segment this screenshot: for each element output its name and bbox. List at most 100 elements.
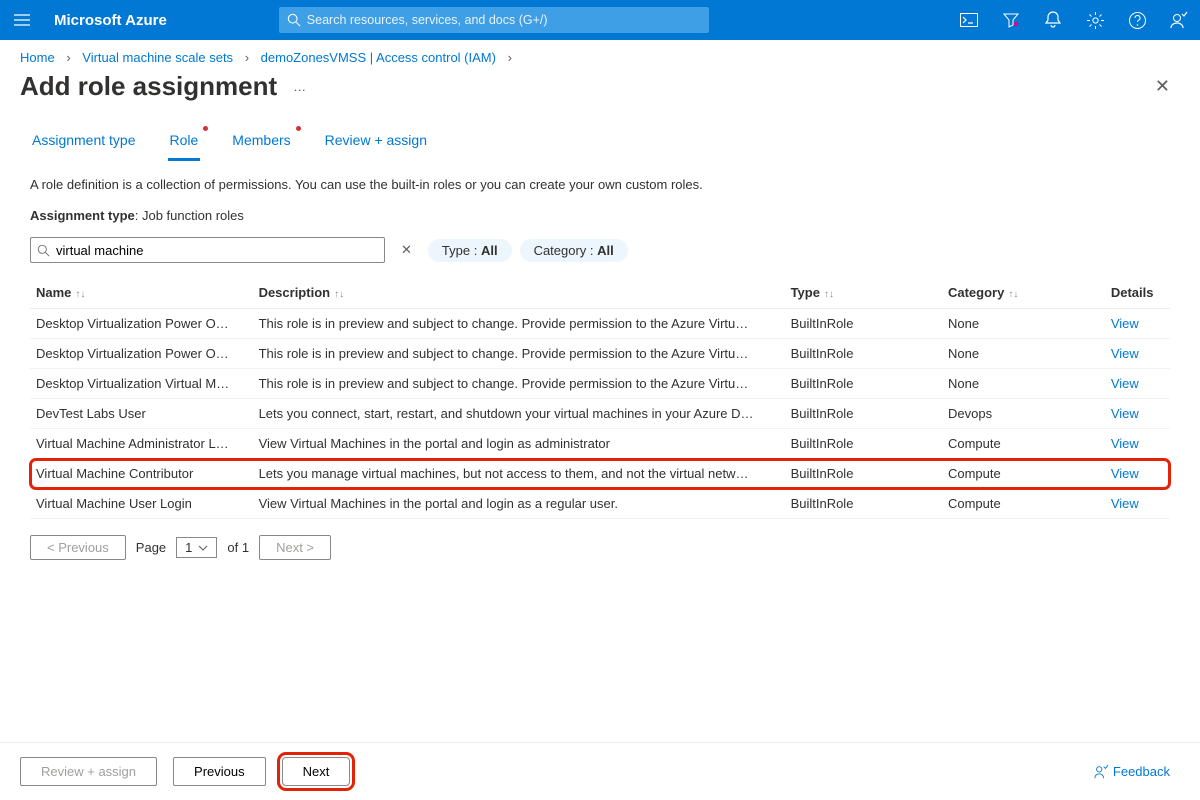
tab-role[interactable]: Role: [168, 126, 201, 161]
cell-category: Compute: [942, 489, 1105, 519]
cell-type: BuiltInRole: [785, 309, 942, 339]
table-row[interactable]: Desktop Virtualization Power O…This role…: [30, 339, 1170, 369]
notifications-icon[interactable]: [1044, 11, 1062, 29]
cell-type: BuiltInRole: [785, 459, 942, 489]
cell-type: BuiltInRole: [785, 369, 942, 399]
topbar-actions: [960, 11, 1188, 29]
pagination: < Previous Page 1 of 1 Next >: [30, 519, 1170, 576]
search-icon: [287, 13, 301, 27]
cell-name: Virtual Machine Administrator L…: [30, 429, 253, 459]
pager-prev[interactable]: < Previous: [30, 535, 126, 560]
cell-desc: Lets you connect, start, restart, and sh…: [253, 399, 785, 429]
cell-name: Virtual Machine User Login: [30, 489, 253, 519]
wizard-tabs: Assignment type Role Members Review + as…: [0, 126, 1200, 161]
table-row[interactable]: Desktop Virtualization Power O…This role…: [30, 309, 1170, 339]
more-icon[interactable]: …: [293, 79, 308, 94]
view-link[interactable]: View: [1105, 429, 1170, 459]
breadcrumb: Home › Virtual machine scale sets › demo…: [0, 40, 1200, 65]
tab-review[interactable]: Review + assign: [323, 126, 429, 161]
cell-desc: This role is in preview and subject to c…: [253, 309, 785, 339]
filter-icon[interactable]: [1002, 11, 1020, 29]
pager-next[interactable]: Next >: [259, 535, 331, 560]
page-header: Add role assignment … ✕: [0, 65, 1200, 126]
wizard-footer: Review + assign Previous Next Feedback: [0, 742, 1200, 800]
chevron-down-icon: [198, 545, 208, 551]
top-bar: Microsoft Azure: [0, 0, 1200, 40]
cell-type: BuiltInRole: [785, 489, 942, 519]
review-assign-button[interactable]: Review + assign: [20, 757, 157, 786]
cell-desc: Lets you manage virtual machines, but no…: [253, 459, 785, 489]
col-description[interactable]: Description↑↓: [253, 277, 785, 309]
col-details: Details: [1105, 277, 1170, 309]
assignment-type-value: Job function roles: [142, 208, 244, 223]
cell-desc: View Virtual Machines in the portal and …: [253, 429, 785, 459]
role-filter-input-wrap[interactable]: [30, 237, 385, 263]
role-description-text: A role definition is a collection of per…: [30, 177, 1170, 192]
next-button[interactable]: Next: [282, 757, 351, 786]
cell-desc: View Virtual Machines in the portal and …: [253, 489, 785, 519]
crumb-home[interactable]: Home: [20, 50, 55, 65]
table-row[interactable]: Virtual Machine Administrator L…View Vir…: [30, 429, 1170, 459]
cell-type: BuiltInRole: [785, 339, 942, 369]
chevron-right-icon: ›: [500, 50, 520, 65]
content-area: A role definition is a collection of per…: [0, 161, 1200, 742]
search-icon: [37, 244, 50, 257]
table-row[interactable]: DevTest Labs UserLets you connect, start…: [30, 399, 1170, 429]
table-row[interactable]: Desktop Virtualization Virtual M…This ro…: [30, 369, 1170, 399]
cell-type: BuiltInRole: [785, 429, 942, 459]
view-link[interactable]: View: [1105, 489, 1170, 519]
role-filter-input[interactable]: [56, 243, 378, 258]
page-title: Add role assignment: [20, 71, 277, 102]
cell-name: Desktop Virtualization Virtual M…: [30, 369, 253, 399]
assignment-type-line: Assignment type: Job function roles: [30, 208, 1170, 223]
cell-name: Desktop Virtualization Power O…: [30, 339, 253, 369]
table-row[interactable]: Virtual Machine User LoginView Virtual M…: [30, 489, 1170, 519]
feedback-link[interactable]: Feedback: [1093, 764, 1180, 780]
roles-table: Name↑↓ Description↑↓ Type↑↓ Category↑↓ D…: [30, 277, 1170, 519]
help-icon[interactable]: [1128, 11, 1146, 29]
global-search-input[interactable]: [307, 13, 701, 27]
cell-desc: This role is in preview and subject to c…: [253, 339, 785, 369]
brand-label: Microsoft Azure: [54, 12, 167, 29]
col-category[interactable]: Category↑↓: [942, 277, 1105, 309]
view-link[interactable]: View: [1105, 369, 1170, 399]
chevron-right-icon: ›: [58, 50, 78, 65]
cell-category: None: [942, 339, 1105, 369]
feedback-icon[interactable]: [1170, 11, 1188, 29]
page-select[interactable]: 1: [176, 537, 217, 558]
cell-name: Desktop Virtualization Power O…: [30, 309, 253, 339]
cloud-shell-icon[interactable]: [960, 11, 978, 29]
crumb-iam[interactable]: demoZonesVMSS | Access control (IAM): [261, 50, 496, 65]
global-search[interactable]: [279, 7, 709, 33]
hamburger-icon[interactable]: [12, 10, 32, 30]
assignment-type-label: Assignment type: [30, 208, 135, 223]
col-type[interactable]: Type↑↓: [785, 277, 942, 309]
cell-category: Compute: [942, 429, 1105, 459]
view-link[interactable]: View: [1105, 309, 1170, 339]
close-icon[interactable]: ✕: [1155, 76, 1180, 97]
view-link[interactable]: View: [1105, 459, 1170, 489]
previous-button[interactable]: Previous: [173, 757, 266, 786]
category-filter-pill[interactable]: Category : All: [520, 239, 628, 262]
page-of: of 1: [227, 540, 249, 555]
col-name[interactable]: Name↑↓: [30, 277, 253, 309]
page-label: Page: [136, 540, 166, 555]
cell-type: BuiltInRole: [785, 399, 942, 429]
crumb-vmss[interactable]: Virtual machine scale sets: [82, 50, 233, 65]
cell-desc: This role is in preview and subject to c…: [253, 369, 785, 399]
cell-category: Devops: [942, 399, 1105, 429]
cell-name: Virtual Machine Contributor: [30, 459, 253, 489]
settings-icon[interactable]: [1086, 11, 1104, 29]
tab-members[interactable]: Members: [230, 126, 292, 161]
table-row[interactable]: Virtual Machine ContributorLets you mana…: [30, 459, 1170, 489]
filter-row: ✕ Type : All Category : All: [30, 237, 1170, 263]
view-link[interactable]: View: [1105, 399, 1170, 429]
chevron-right-icon: ›: [237, 50, 257, 65]
type-filter-pill[interactable]: Type : All: [428, 239, 512, 262]
person-icon: [1093, 764, 1109, 780]
cell-category: None: [942, 369, 1105, 399]
view-link[interactable]: View: [1105, 339, 1170, 369]
clear-filter-icon[interactable]: ✕: [393, 242, 420, 258]
cell-category: Compute: [942, 459, 1105, 489]
tab-assignment-type[interactable]: Assignment type: [30, 126, 138, 161]
